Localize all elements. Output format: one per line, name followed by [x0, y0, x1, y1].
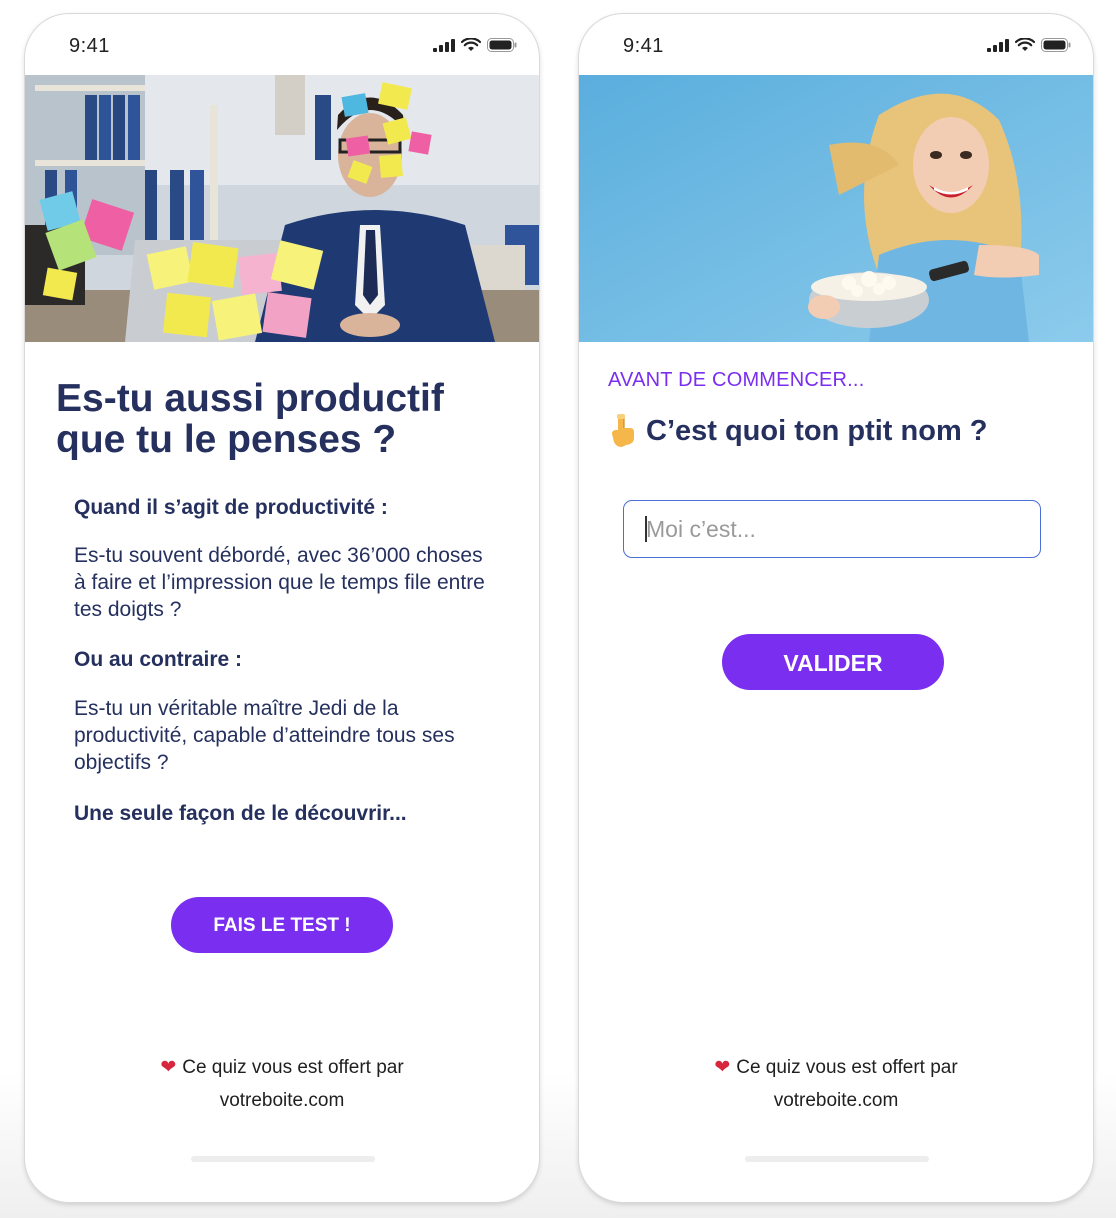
text-caret — [645, 516, 647, 542]
name-input[interactable] — [623, 500, 1041, 558]
section-eyebrow: AVANT DE COMMENCER... — [608, 369, 865, 391]
heart-icon: ❤ — [160, 1057, 177, 1078]
intro-paragraph-jedi: Es-tu un véritable maître Jedi de la pro… — [74, 697, 455, 774]
status-time: 9:41 — [623, 35, 664, 57]
stage: 9:41 Es-tu aussi productif que tu le pen… — [0, 0, 1116, 1218]
intro-paragraph-overwhelmed: Es-tu souvent débordé, avec 36’000 chose… — [74, 544, 485, 621]
status-bar: 9:41 — [25, 14, 539, 75]
cellular-signal-icon — [987, 38, 1009, 52]
home-indicator — [745, 1156, 929, 1162]
battery-icon — [1041, 38, 1071, 52]
footer-credit: ❤ Ce quiz vous est offert par — [25, 1056, 539, 1079]
name-question: C’est quoi ton ptit nom ? — [608, 414, 988, 448]
intro-paragraph-heading: Quand il s’agit de productivité : — [74, 496, 388, 519]
footer-site: votreboite.com — [219, 1090, 345, 1111]
hero-image-office-sticky-notes — [25, 75, 539, 342]
home-indicator — [191, 1156, 375, 1162]
status-time: 9:41 — [69, 35, 110, 57]
phone-name-screen: 9:41 AVANT DE COMMENCER... C’est quoi to… — [579, 14, 1093, 1202]
validate-button[interactable]: VALIDER — [722, 634, 944, 690]
status-bar: 9:41 — [579, 14, 1093, 75]
wifi-icon — [1015, 38, 1035, 51]
heart-icon: ❤ — [714, 1057, 731, 1078]
intro-paragraph-discover: Une seule façon de le découvrir... — [74, 802, 407, 825]
footer-credit: ❤ Ce quiz vous est offert par — [579, 1056, 1093, 1079]
footer-credit-text: Ce quiz vous est offert par — [736, 1057, 958, 1078]
phone-intro-screen: 9:41 Es-tu aussi productif que tu le pen… — [25, 14, 539, 1202]
footer-credit-text: Ce quiz vous est offert par — [182, 1057, 404, 1078]
cellular-signal-icon — [433, 38, 455, 52]
intro-paragraph-contrary: Ou au contraire : — [74, 648, 243, 671]
start-test-button[interactable]: FAIS LE TEST ! — [171, 897, 393, 953]
pointing-hand-icon — [612, 414, 634, 447]
hero-image-woman-popcorn — [579, 75, 1093, 342]
battery-icon — [487, 38, 517, 52]
status-icons — [433, 38, 517, 52]
status-icons — [987, 38, 1071, 52]
page-title: Es-tu aussi productif que tu le penses ? — [56, 377, 444, 461]
wifi-icon — [461, 38, 481, 51]
name-question-text: C’est quoi ton ptit nom ? — [646, 414, 988, 447]
footer-site: votreboite.com — [773, 1090, 899, 1111]
